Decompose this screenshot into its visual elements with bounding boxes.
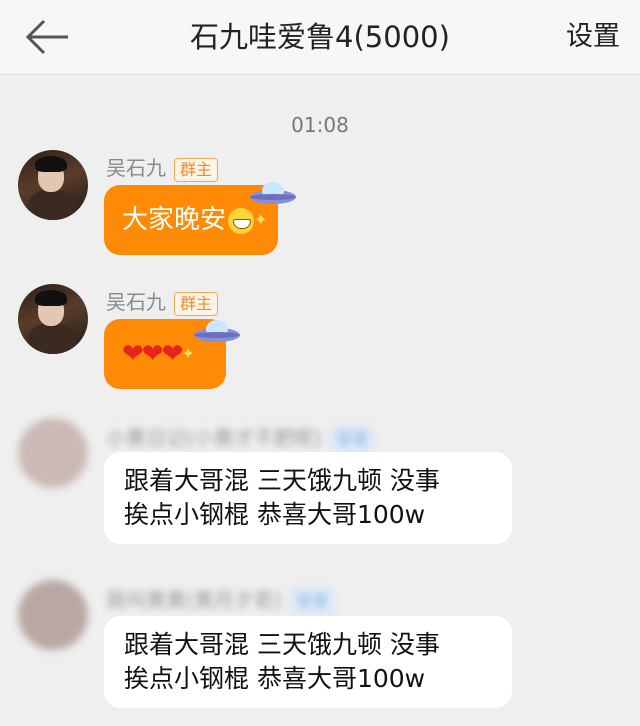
- avatar-body: [28, 190, 76, 220]
- admin-badge: 管理: [289, 589, 334, 614]
- admin-badge: 管理: [329, 427, 374, 452]
- chat-title: 石九哇爱鲁4(5000): [190, 20, 450, 54]
- message-text: 大家晚安: [122, 205, 227, 235]
- sender-name[interactable]: 小黄日记(小黄才不肥呢) 管理: [106, 422, 374, 452]
- sender-label: 吴石九: [106, 290, 166, 314]
- avatar-hair: [35, 156, 67, 172]
- avatar-body: [28, 324, 76, 354]
- owner-badge: 群主: [174, 291, 219, 316]
- settings-button[interactable]: 设置: [566, 0, 620, 74]
- sparkle-icon: ✦: [181, 344, 195, 363]
- message-bubble[interactable]: 跟着大哥混 三天饿九顿 没事 挨点小钢棍 恭喜大哥100w: [104, 452, 512, 544]
- ufo-sticker-icon: [250, 182, 296, 204]
- sender-name[interactable]: 我叫黄黄(黄月夕若) 管理: [106, 584, 334, 614]
- sender-label: 我叫黄黄(黄月夕若): [106, 588, 282, 612]
- avatar[interactable]: [18, 418, 88, 488]
- owner-badge: 群主: [174, 157, 219, 182]
- timestamp: 01:08: [291, 113, 349, 137]
- message-line: 挨点小钢棍 恭喜大哥100w: [124, 500, 426, 529]
- message-line: 挨点小钢棍 恭喜大哥100w: [124, 664, 426, 693]
- sender-name[interactable]: 吴石九 群主: [106, 286, 219, 316]
- sender-label: 吴石九: [106, 156, 166, 180]
- avatar[interactable]: [18, 580, 88, 650]
- sender-label: 小黄日记(小黄才不肥呢): [106, 426, 322, 450]
- avatar-hair: [35, 290, 67, 306]
- message-bubble[interactable]: 跟着大哥混 三天饿九顿 没事 挨点小钢棍 恭喜大哥100w: [104, 616, 512, 708]
- title-bar: 石九哇爱鲁4(5000) 设置: [0, 0, 640, 75]
- avatar[interactable]: [18, 150, 88, 220]
- avatar[interactable]: [18, 284, 88, 354]
- sender-name[interactable]: 吴石九 群主: [106, 152, 219, 182]
- sparkle-icon: ✦: [254, 210, 268, 229]
- grin-emoji-icon: [228, 207, 255, 234]
- message-line: 跟着大哥混 三天饿九顿 没事: [124, 630, 440, 659]
- ufo-sticker-icon: [194, 320, 240, 342]
- message-line: 跟着大哥混 三天饿九顿 没事: [124, 466, 440, 495]
- heart-emoji-text: ❤❤❤: [122, 339, 183, 369]
